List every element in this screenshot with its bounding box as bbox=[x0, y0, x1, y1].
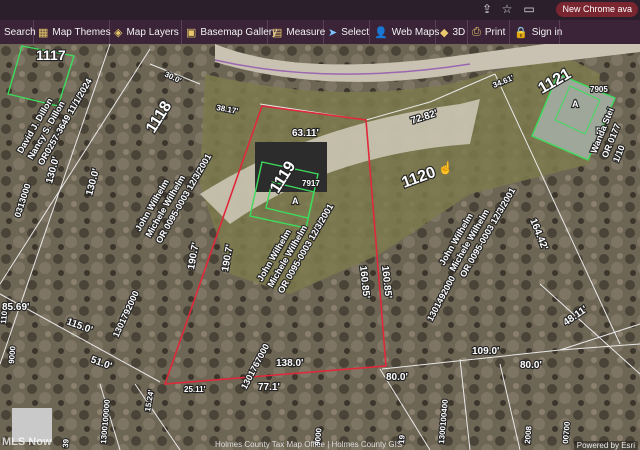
building-letter-a-right: A bbox=[572, 99, 579, 109]
map-view[interactable]: 1118 1119 1120 1121 1117 7917 7905 A A D… bbox=[0, 44, 640, 450]
parcel-id-7: 9000 bbox=[7, 345, 18, 364]
sign-in-button[interactable]: 🔒 Sign in bbox=[510, 20, 563, 44]
map-attribution: Holmes County Tax Map Office | Holmes Co… bbox=[215, 440, 403, 449]
select-button[interactable]: ➤ Select bbox=[324, 20, 370, 44]
select-label: Select bbox=[341, 26, 370, 38]
search-button[interactable]: Search bbox=[0, 20, 36, 44]
parcel-id-10: 2008 bbox=[523, 425, 534, 444]
dimension-80-b: 80.0' bbox=[520, 360, 542, 371]
cube-icon: ◆ bbox=[440, 26, 449, 39]
chrome-update-badge[interactable]: New Chrome ava bbox=[556, 2, 638, 17]
map-themes-label: Map Themes bbox=[52, 26, 111, 38]
layers-icon: ◈ bbox=[114, 26, 123, 39]
web-maps-button[interactable]: 👤 Web Maps bbox=[370, 20, 439, 44]
dimension-85-69: 85.69' bbox=[2, 302, 29, 313]
print-label: Print bbox=[484, 26, 506, 38]
search-label: Search bbox=[4, 26, 36, 38]
map-toolbar: Search ▦ Map Themes ◈ Map Layers ▣ Basem… bbox=[0, 20, 640, 44]
parcel-id-13: 39 bbox=[61, 438, 71, 448]
measure-label: Measure bbox=[286, 26, 326, 38]
address-7917: 7917 bbox=[302, 179, 320, 188]
print-button[interactable]: ⎙ Print bbox=[468, 20, 510, 44]
map-themes-button[interactable]: ▦ Map Themes bbox=[34, 20, 111, 44]
window-icon[interactable]: ▭ bbox=[522, 2, 536, 16]
dimension-109: 109.0' bbox=[472, 346, 499, 357]
ruler-icon: ▤ bbox=[272, 26, 283, 39]
map-layers-button[interactable]: ◈ Map Layers bbox=[110, 20, 182, 44]
cursor-icon: ➤ bbox=[328, 26, 338, 39]
printer-icon: ⎙ bbox=[472, 25, 481, 38]
basemap-gallery-label: Basemap Gallery bbox=[200, 26, 278, 38]
map-canvas[interactable]: 1118 1119 1120 1121 1117 7917 7905 A A D… bbox=[0, 44, 640, 450]
hand-cursor-icon: ☝ bbox=[438, 160, 453, 175]
user-icon: 👤 bbox=[374, 26, 388, 39]
dimension-138: 138.0' bbox=[276, 358, 303, 369]
dimension-63-11: 63.11' bbox=[292, 128, 319, 139]
share-icon[interactable]: ⇪ bbox=[480, 2, 494, 16]
mls-watermark: MLS Now bbox=[2, 436, 52, 448]
map-layers-label: Map Layers bbox=[126, 26, 179, 38]
basemap-icon: ▣ bbox=[186, 26, 197, 39]
sign-in-label: Sign in bbox=[531, 26, 563, 38]
esri-credit[interactable]: Powered by Esri bbox=[573, 441, 638, 450]
3d-label: 3D bbox=[452, 26, 466, 38]
parcel-number-1117: 1117 bbox=[36, 47, 66, 63]
dimension-77-1: 77.1' bbox=[258, 382, 280, 393]
address-7905: 7905 bbox=[590, 85, 608, 94]
dimension-25-11: 25.11' bbox=[184, 385, 206, 394]
dimension-80-a: 80.0' bbox=[386, 372, 408, 383]
map-themes-icon: ▦ bbox=[38, 26, 49, 39]
browser-bar: ⇪ ☆ ▭ ◉ New Chrome ava bbox=[0, 0, 640, 20]
bookmark-star-icon[interactable]: ☆ bbox=[500, 2, 514, 16]
basemap-gallery-button[interactable]: ▣ Basemap Gallery bbox=[182, 20, 277, 44]
web-maps-label: Web Maps bbox=[391, 26, 440, 38]
building-letter-a-left: A bbox=[292, 196, 299, 206]
3d-button[interactable]: ◆ 3D bbox=[436, 20, 468, 44]
measure-button[interactable]: ▤ Measure bbox=[268, 20, 326, 44]
lock-icon: 🔒 bbox=[514, 26, 528, 39]
